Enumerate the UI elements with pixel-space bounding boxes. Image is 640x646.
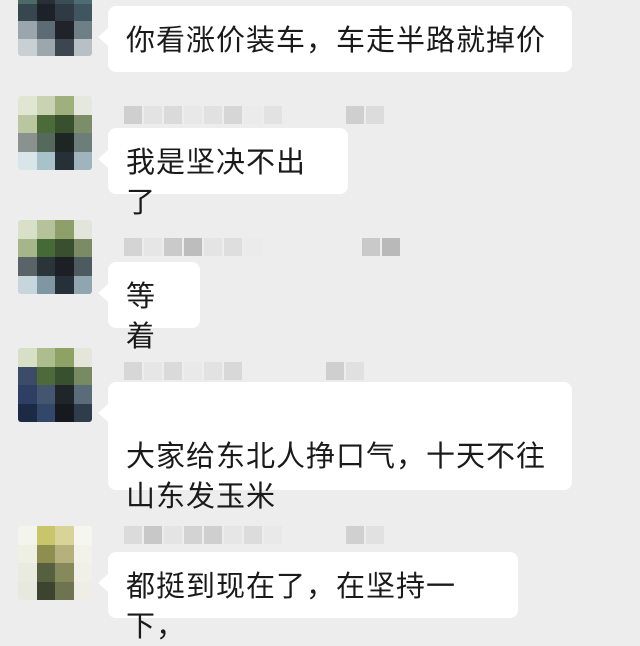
- message-text: 我是坚决不出了: [126, 145, 307, 219]
- sender-name-blurred: [124, 106, 384, 124]
- avatar[interactable]: [18, 96, 92, 170]
- message-bubble[interactable]: 大家给东北人挣口气，十天不往 山东发玉米: [98, 382, 572, 513]
- avatar[interactable]: [18, 220, 92, 294]
- avatar[interactable]: [18, 0, 92, 56]
- message-bubble[interactable]: 你看涨价装车，车走半路就掉价: [98, 6, 572, 72]
- message-text: 你看涨价装车，车走半路就掉价: [126, 23, 547, 57]
- message-bubble[interactable]: 等着: [98, 262, 200, 353]
- message-text: 都挺到现在了，在坚持一下，: [126, 569, 457, 643]
- message-text: 大家给东北人挣口气，十天不往 山东发玉米: [126, 439, 547, 513]
- sender-name-blurred: [124, 238, 400, 256]
- chat-conversation: 你看涨价装车，车走半路就掉价 我是坚决不出了 等着 大家给东北人挣口气，十天不往…: [0, 0, 640, 643]
- sender-name-blurred: [124, 362, 364, 380]
- avatar[interactable]: [18, 526, 92, 600]
- message-bubble[interactable]: 我是坚决不出了: [98, 128, 348, 219]
- avatar[interactable]: [18, 348, 92, 422]
- message-bubble[interactable]: 都挺到现在了，在坚持一下，: [98, 552, 518, 643]
- message-text: 等着: [126, 279, 157, 353]
- sender-name-blurred: [124, 526, 384, 544]
